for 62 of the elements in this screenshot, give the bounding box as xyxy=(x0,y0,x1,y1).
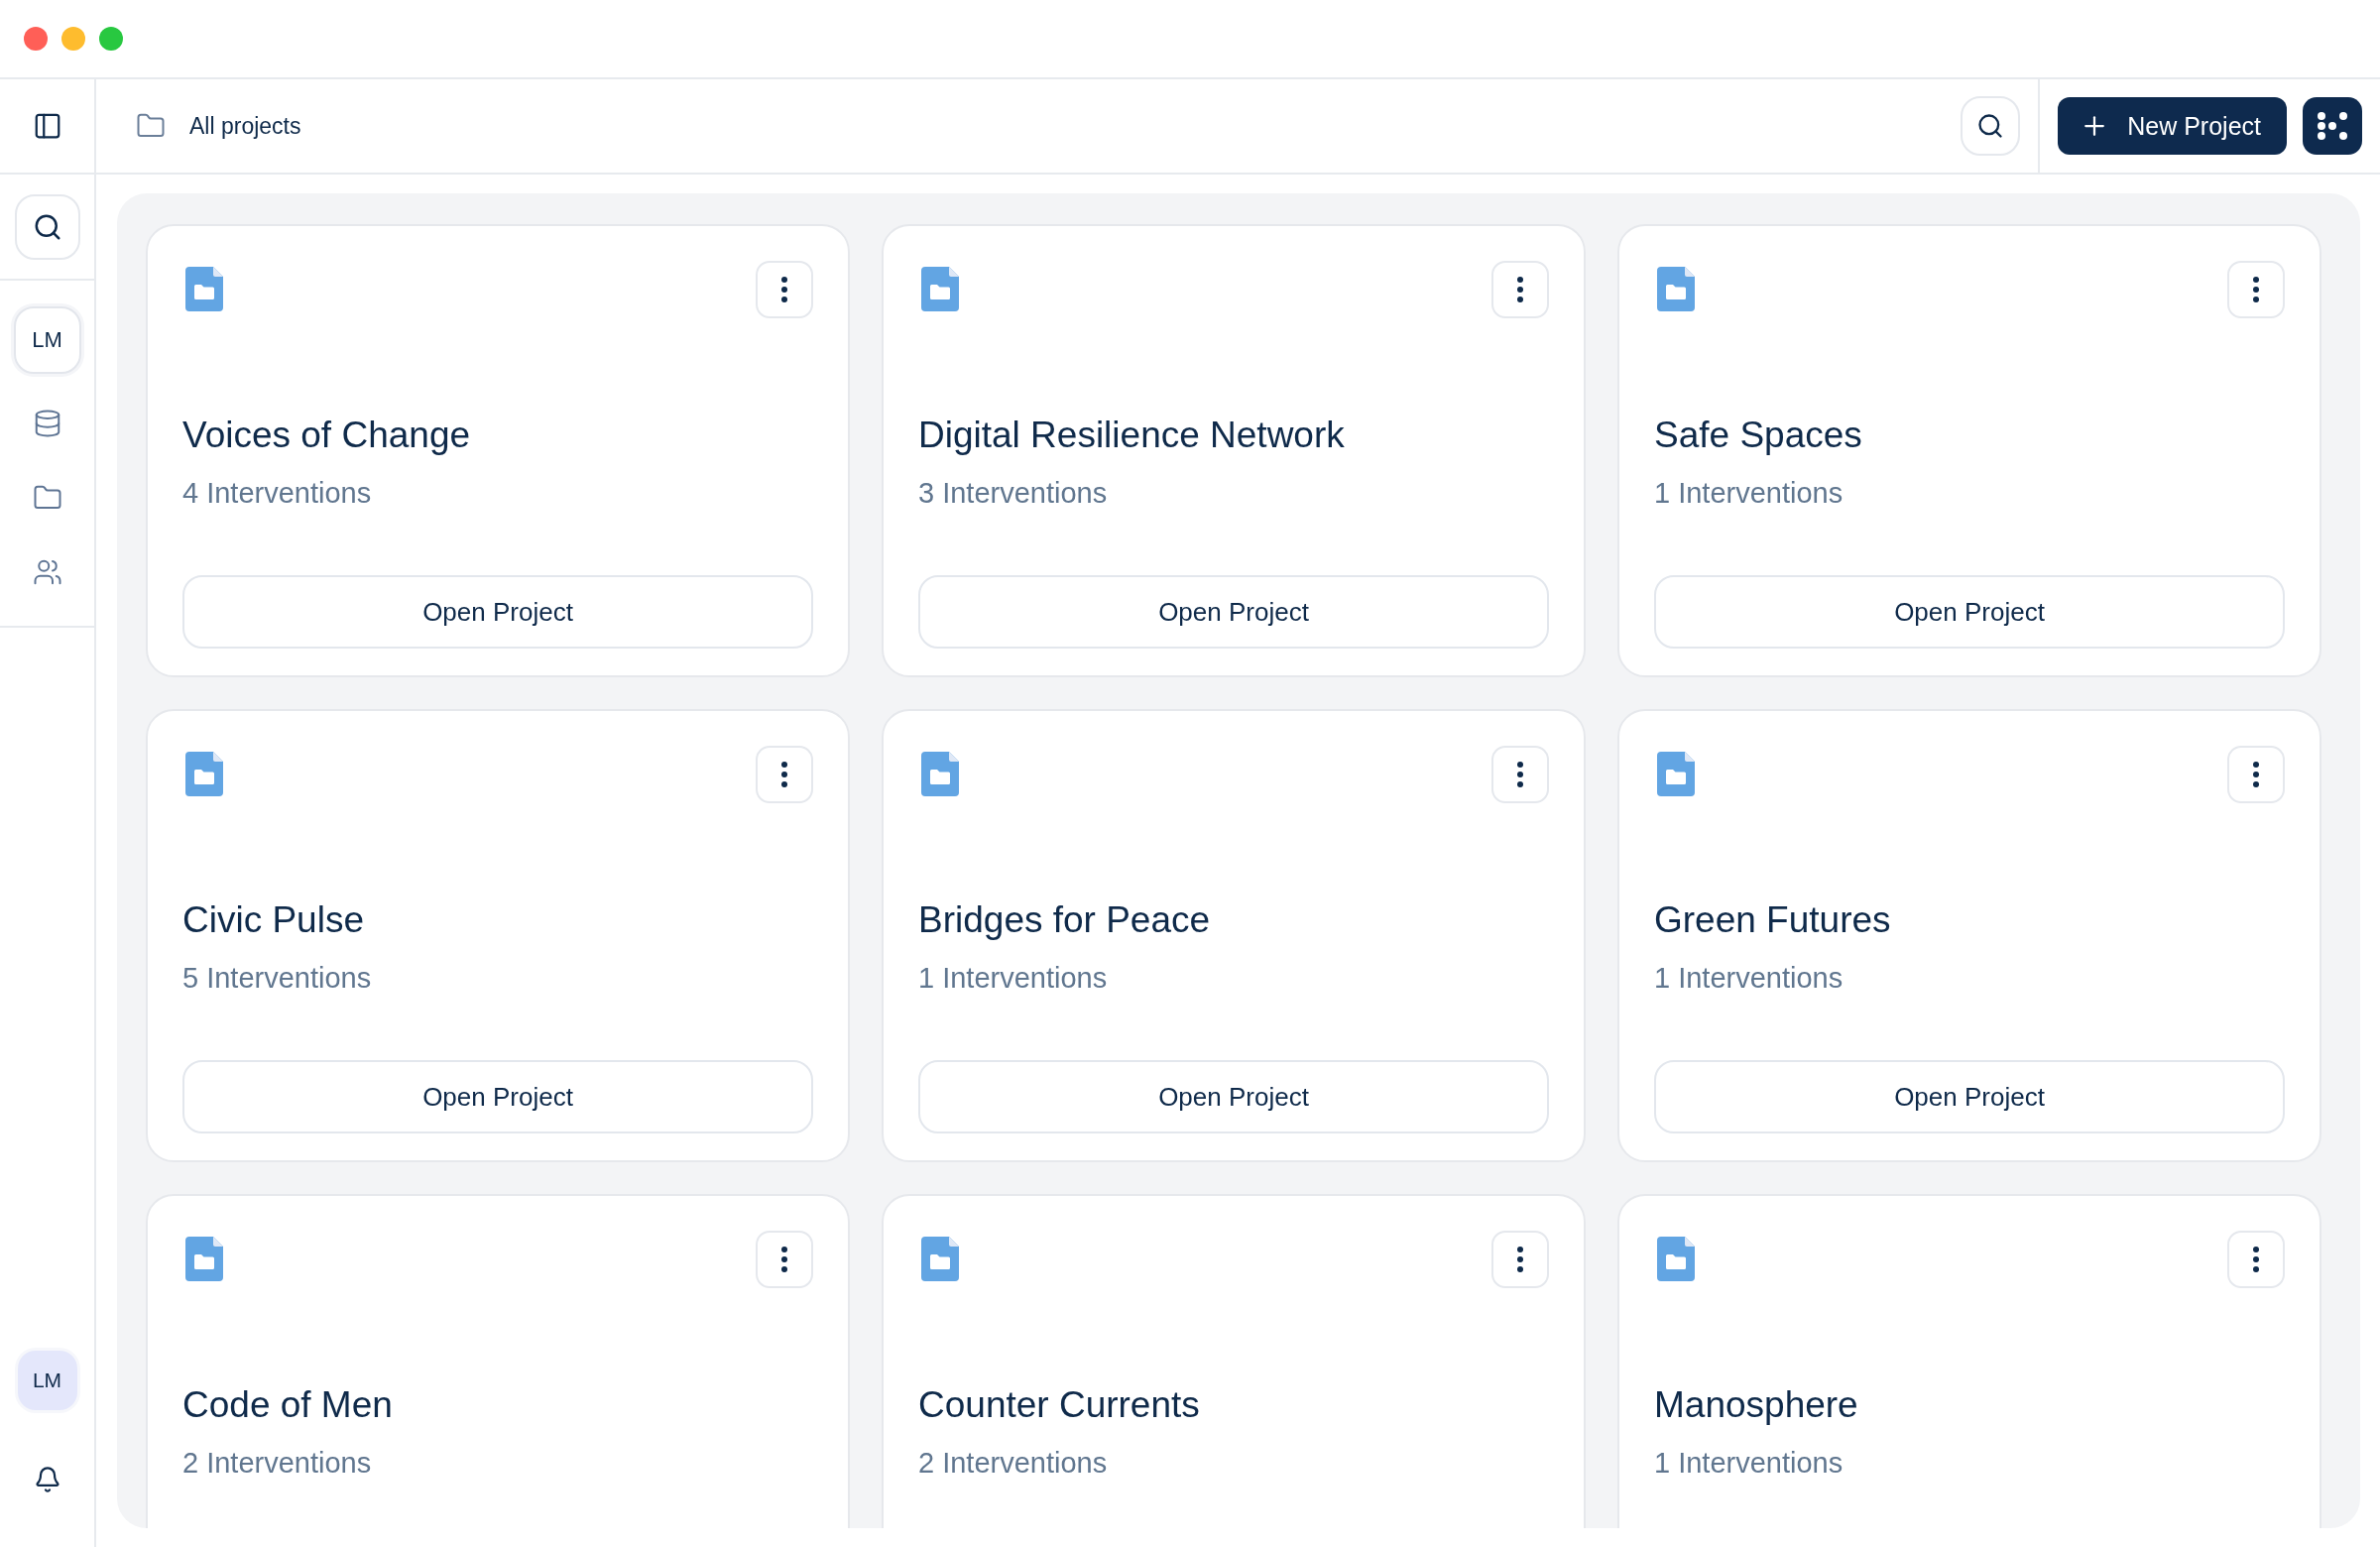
intervention-count: 2 Interventions xyxy=(182,1446,373,1481)
project-title: Counter Currents xyxy=(918,1383,1201,1427)
more-options-button[interactable] xyxy=(2227,261,2285,318)
open-project-button[interactable]: Open Project xyxy=(182,1060,813,1133)
more-options-button[interactable] xyxy=(2227,746,2285,803)
open-project-button[interactable]: Open Project xyxy=(1654,1060,2285,1133)
vertical-dots-icon xyxy=(781,762,787,787)
intervention-count: 3 Interventions xyxy=(918,476,1109,511)
file-folder-icon xyxy=(921,752,959,796)
project-title: Safe Spaces xyxy=(1654,414,1863,457)
vertical-dots-icon xyxy=(2253,1247,2259,1272)
intervention-count: 1 Interventions xyxy=(1654,961,1844,996)
search-button[interactable] xyxy=(14,193,80,260)
file-folder-icon xyxy=(1657,267,1695,311)
file-folder-icon xyxy=(185,1237,223,1281)
file-folder-icon xyxy=(185,752,223,796)
bell-icon[interactable] xyxy=(33,1466,61,1493)
menu-button[interactable] xyxy=(2303,97,2362,155)
file-folder-icon xyxy=(1657,752,1695,796)
dots-icon xyxy=(2318,112,2347,140)
more-options-button[interactable] xyxy=(2227,1231,2285,1288)
file-folder-icon xyxy=(921,1237,959,1281)
file-folder-icon xyxy=(1657,1237,1695,1281)
project-title: Manosphere xyxy=(1654,1383,1859,1427)
intervention-count: 1 Interventions xyxy=(918,961,1109,996)
more-options-button[interactable] xyxy=(1491,1231,1549,1288)
breadcrumb-text: All projects xyxy=(189,112,301,140)
vertical-dots-icon xyxy=(781,1247,787,1272)
open-project-button[interactable]: Open Project xyxy=(918,1060,1549,1133)
search-button[interactable] xyxy=(1961,96,2021,156)
intervention-count: 1 Interventions xyxy=(1654,476,1844,511)
file-folder-icon xyxy=(921,267,959,311)
more-options-button[interactable] xyxy=(1491,746,1549,803)
project-title: Green Futures xyxy=(1654,898,1892,942)
intervention-count: 1 Interventions xyxy=(1654,1446,1844,1481)
user-avatar[interactable]: LM xyxy=(17,1351,77,1410)
open-project-button[interactable]: Open Project xyxy=(182,575,813,649)
more-options-button[interactable] xyxy=(1491,261,1549,318)
new-project-button[interactable]: New Project xyxy=(2058,97,2287,155)
vertical-dots-icon xyxy=(1517,1247,1523,1272)
vertical-dots-icon xyxy=(2253,277,2259,302)
more-options-button[interactable] xyxy=(756,261,813,318)
search-icon xyxy=(1976,112,2005,140)
project-title: Bridges for Peace xyxy=(918,898,1212,942)
project-title: Civic Pulse xyxy=(182,898,365,942)
vertical-dots-icon xyxy=(1517,277,1523,302)
project-title: Digital Resilience Network xyxy=(918,414,1346,457)
vertical-dots-icon xyxy=(781,277,787,302)
vertical-dots-icon xyxy=(2253,762,2259,787)
project-title: Code of Men xyxy=(182,1383,394,1427)
more-options-button[interactable] xyxy=(756,1231,813,1288)
file-folder-icon xyxy=(185,267,223,311)
open-project-button[interactable]: Open Project xyxy=(1654,575,2285,649)
open-project-button[interactable]: Open Project xyxy=(918,575,1549,649)
workspace-avatar[interactable]: LM xyxy=(13,306,81,374)
window-close-button[interactable] xyxy=(24,27,48,51)
intervention-count: 5 Interventions xyxy=(182,961,373,996)
intervention-count: 2 Interventions xyxy=(918,1446,1109,1481)
project-title: Voices of Change xyxy=(182,414,472,457)
intervention-count: 4 Interventions xyxy=(182,476,373,511)
vertical-dots-icon xyxy=(1517,762,1523,787)
more-options-button[interactable] xyxy=(756,746,813,803)
